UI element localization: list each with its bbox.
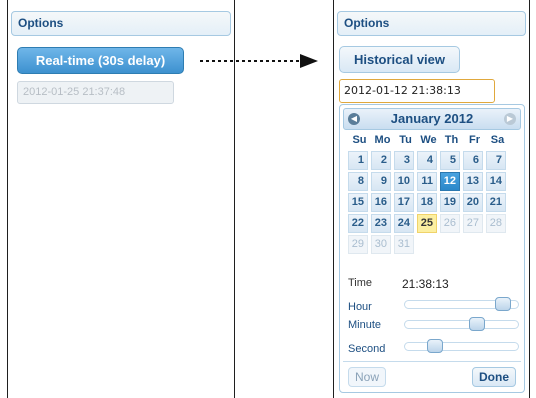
weekday-label: Mo (374, 134, 391, 146)
calendar-day[interactable]: 15 (348, 193, 368, 212)
calendar-day[interactable]: 16 (371, 193, 391, 212)
second-slider-handle[interactable] (427, 339, 443, 353)
calendar-day[interactable]: 13 (463, 172, 483, 191)
now-button[interactable]: Now (348, 367, 386, 387)
options-header: Options (11, 11, 231, 36)
calendar-day: 28 (486, 214, 506, 233)
second-label: Second (348, 343, 386, 355)
calendar-day[interactable]: 23 (371, 214, 391, 233)
calendar-day[interactable]: 11 (417, 172, 437, 191)
weekday-label: Fr (469, 134, 480, 146)
calendar-day: 30 (371, 235, 391, 254)
minute-slider-handle[interactable] (469, 317, 485, 331)
weekday-label: Su (352, 134, 367, 146)
calendar-day[interactable]: 9 (371, 172, 391, 191)
calendar-day: 29 (348, 235, 368, 254)
weekday-label: We (420, 134, 437, 146)
calendar-day[interactable]: 17 (394, 193, 414, 212)
calendar-day[interactable]: 22 (348, 214, 368, 233)
calendar-day[interactable]: 3 (394, 151, 414, 170)
transition-arrow (200, 54, 318, 68)
hour-label: Hour (348, 301, 372, 313)
calendar-day[interactable]: 24 (394, 214, 414, 233)
weekday-label: Tu (399, 134, 412, 146)
calendar-day: 31 (394, 235, 414, 254)
calendar-day[interactable]: 6 (463, 151, 483, 170)
calendar-day[interactable]: 19 (440, 193, 460, 212)
weekday-label: Sa (490, 134, 505, 146)
calendar-day[interactable]: 8 (348, 172, 368, 191)
weekday-label: Th (444, 134, 459, 146)
calendar-day[interactable]: 14 (486, 172, 506, 191)
calendar-day[interactable]: 20 (463, 193, 483, 212)
hour-slider-handle[interactable] (495, 297, 511, 311)
calendar-day: 26 (440, 214, 460, 233)
minute-label: Minute (348, 319, 382, 331)
minute-slider[interactable] (404, 317, 519, 331)
options-header: Options (337, 11, 526, 36)
second-slider[interactable] (404, 339, 519, 353)
time-label: Time (348, 277, 373, 289)
calendar-day[interactable]: 2 (371, 151, 391, 170)
calendar-day[interactable]: 5 (440, 151, 460, 170)
hour-slider[interactable] (404, 297, 519, 311)
calendar-day[interactable]: 4 (417, 151, 437, 170)
datetime-input[interactable]: 2012-01-12 21:38:13 (339, 79, 495, 103)
calendar-day[interactable]: 10 (394, 172, 414, 191)
datetime-input-disabled: 2012-01-25 21:37:48 (17, 81, 174, 104)
datepicker: ◀ January 2012 ▶ Su Mo Tu We Th Fr Sa 12345678… (339, 104, 525, 393)
month-year-title: January 2012 (390, 111, 474, 126)
calendar-day[interactable]: 18 (417, 193, 437, 212)
time-value: 21:38:13 (402, 277, 449, 291)
calendar-day[interactable]: 7 (486, 151, 506, 170)
datepicker-footer: Now Done (343, 361, 521, 389)
historical-view-button[interactable]: Historical view (339, 46, 460, 73)
calendar-day[interactable]: 21 (486, 193, 506, 212)
calendar-day: 27 (463, 214, 483, 233)
chevron-right-icon[interactable]: ▶ (504, 113, 516, 125)
weekday-header: Su Mo Tu We Th Fr Sa (348, 132, 509, 148)
done-button[interactable]: Done (472, 367, 516, 387)
calendar-day[interactable]: 12 (440, 172, 460, 191)
calendar-day[interactable]: 25 (417, 214, 437, 233)
datepicker-header: ◀ January 2012 ▶ (343, 108, 521, 130)
calendar-day[interactable]: 1 (348, 151, 368, 170)
realtime-button[interactable]: Real-time (30s delay) (17, 47, 184, 74)
options-panel-right: Options Historical view 2012-01-12 21:38… (333, 0, 530, 398)
